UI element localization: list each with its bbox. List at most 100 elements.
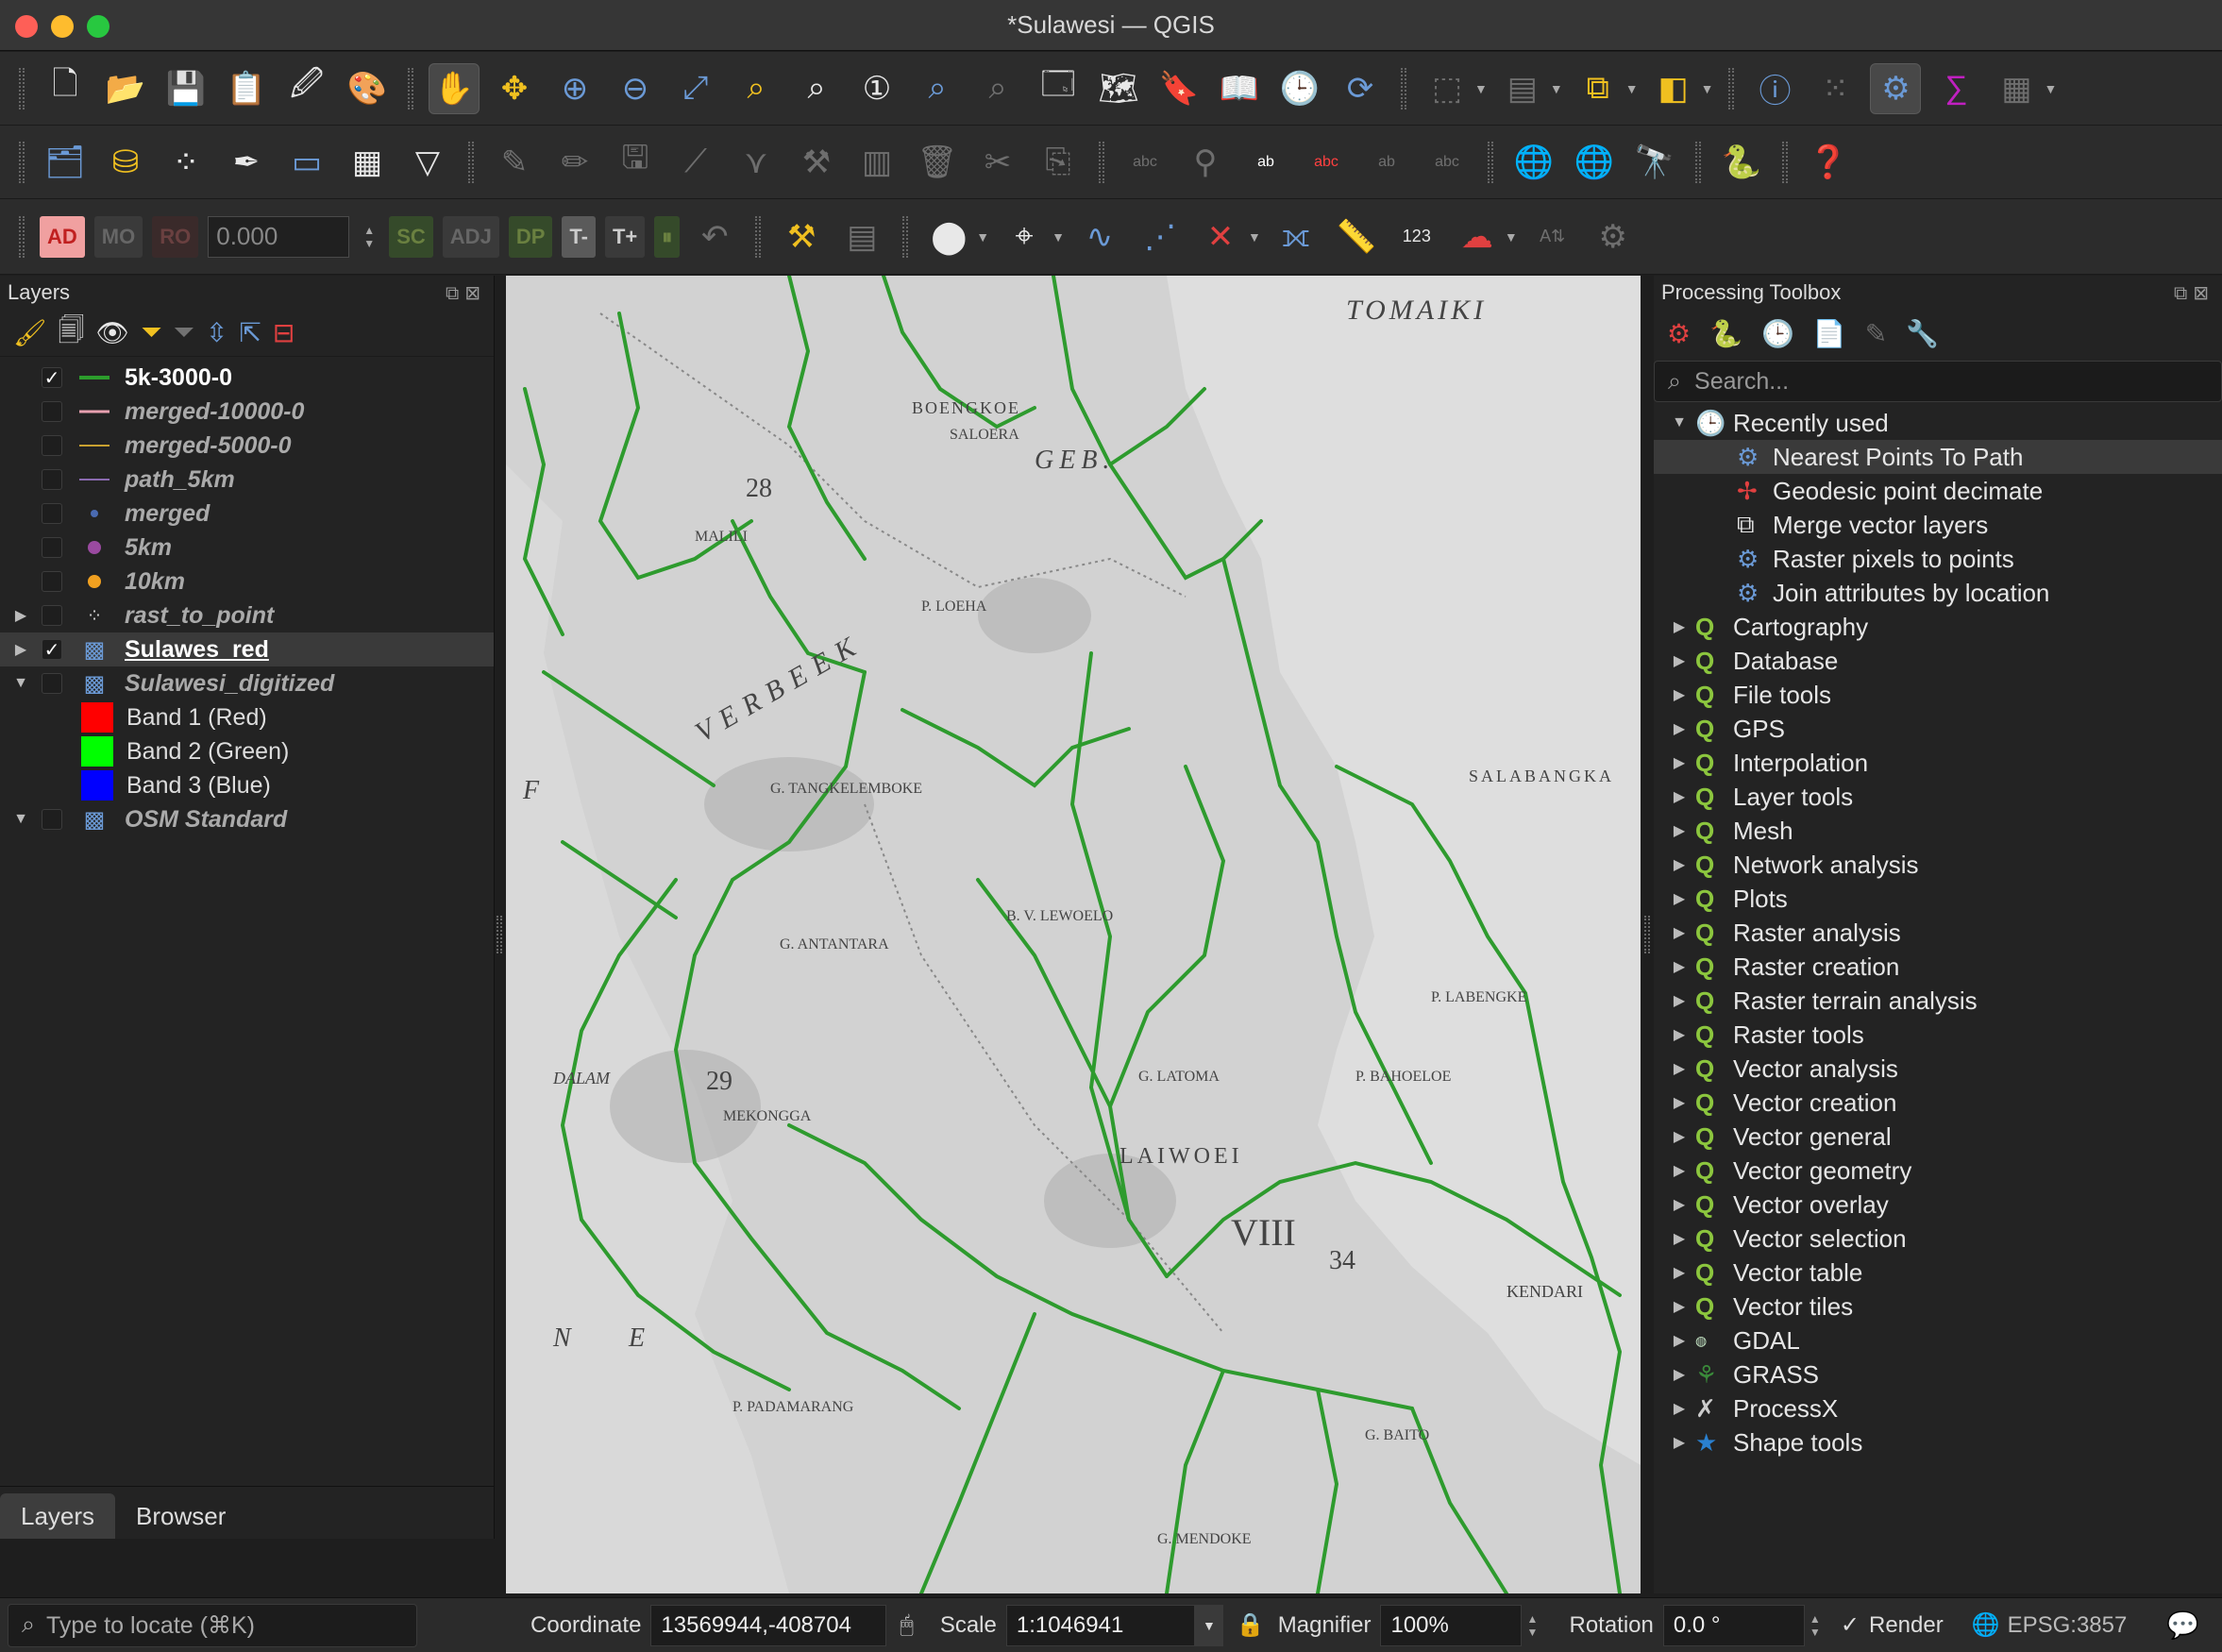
measure-icon[interactable]: ⚒ — [776, 211, 827, 262]
float-panel-icon[interactable]: ⧉ — [2174, 283, 2193, 304]
history-icon[interactable]: 🕒 — [1761, 318, 1794, 349]
toolbar-grip[interactable] — [1488, 141, 1493, 183]
layer-checkbox[interactable] — [42, 469, 62, 490]
layer-checkbox[interactable] — [42, 809, 62, 830]
toolbar-grip[interactable] — [1695, 141, 1701, 183]
layer-item[interactable]: 5km — [0, 531, 494, 565]
zoom-next-icon[interactable]: ⌕ — [972, 63, 1023, 114]
delete-selected-icon[interactable]: 🗑 — [912, 137, 963, 188]
algorithm-group[interactable]: ▶ Q Layer tools — [1654, 780, 2222, 814]
attribute-table-icon[interactable]: ▦ — [1991, 63, 2042, 114]
expand-arrow-icon[interactable]: ▶ — [0, 606, 42, 625]
locator-search-input[interactable]: ⌕ Type to locate (⌘K) — [8, 1603, 417, 1647]
expand-arrow-icon[interactable]: ▶ — [1663, 1399, 1695, 1418]
select-location-icon[interactable]: ◧ — [1648, 63, 1699, 114]
chevron-down-icon[interactable]: ▼ — [1701, 81, 1714, 96]
expand-arrow-icon[interactable]: ▶ — [1663, 1433, 1695, 1452]
expand-arrow-icon[interactable]: ▶ — [1663, 1025, 1695, 1044]
map-frame-icon[interactable]: ▤ — [836, 211, 887, 262]
close-panel-icon[interactable]: ⊠ — [2193, 283, 2214, 304]
rotation-stepper[interactable]: ▲ ▼ — [1805, 1605, 1826, 1646]
angle-stepper[interactable]: ▲ ▼ — [359, 216, 379, 258]
expand-arrow-icon[interactable]: ▶ — [0, 640, 42, 659]
models-icon[interactable]: ⚙ — [1667, 318, 1691, 349]
label-move-icon[interactable]: ab — [1361, 137, 1412, 188]
layer-item[interactable]: path_5km — [0, 463, 494, 497]
lock-icon[interactable]: 🔒 — [1237, 1611, 1265, 1639]
layer-checkbox[interactable] — [42, 401, 62, 422]
close-panel-icon[interactable]: ⊠ — [464, 283, 486, 304]
new-map-view-icon[interactable]: 🗔 — [1033, 63, 1084, 114]
layer-checkbox[interactable] — [42, 673, 62, 694]
toolbar-grip[interactable] — [19, 215, 25, 258]
add-layer-icon[interactable]: 🗂 — [40, 137, 91, 188]
layer-item[interactable]: merged — [0, 497, 494, 531]
visibility-icon[interactable]: 👁 — [96, 317, 130, 348]
new-line-layer-icon[interactable]: ✒ — [221, 137, 272, 188]
toolbar-grip[interactable] — [19, 67, 25, 110]
layer-checkbox[interactable] — [42, 503, 62, 524]
new-bookmark-icon[interactable]: 🔖 — [1153, 63, 1204, 114]
layer-checkbox[interactable] — [42, 605, 62, 626]
toggle-editing-icon[interactable]: ✏ — [549, 137, 600, 188]
add-group-icon[interactable]: 🗐 — [59, 311, 85, 356]
layer-item[interactable]: ▼ ▩ OSM Standard — [0, 802, 494, 836]
expand-arrow-icon[interactable]: ▶ — [1663, 1127, 1695, 1146]
algorithm-group[interactable]: ▶ Q Vector analysis — [1654, 1052, 2222, 1086]
help-icon[interactable]: ❓ — [1803, 137, 1854, 188]
toolbar-grip[interactable] — [1782, 141, 1788, 183]
split-icon[interactable]: ✕ — [1195, 211, 1246, 262]
algorithm-group[interactable]: ▶ Q Raster tools — [1654, 1018, 2222, 1052]
zoom-last-icon[interactable]: ⌕ — [912, 63, 963, 114]
expand-arrow-icon[interactable]: ▶ — [1663, 685, 1695, 704]
algorithm-item[interactable]: ⚙ Raster pixels to points — [1654, 542, 2222, 576]
chevron-down-icon[interactable]: ▼ — [2044, 81, 2057, 96]
zoom-out-icon[interactable]: ⊖ — [610, 63, 661, 114]
chevron-down-icon[interactable]: ▼ — [1625, 81, 1639, 96]
layer-checkbox[interactable] — [42, 537, 62, 558]
show-bookmarks-icon[interactable]: 📖 — [1214, 63, 1265, 114]
algorithm-group[interactable]: ▶ Q GPS — [1654, 712, 2222, 746]
save-project-icon[interactable]: 💾 — [160, 63, 211, 114]
collapse-arrow-icon[interactable]: ▼ — [1663, 414, 1695, 431]
deselect-features-icon[interactable]: ⧉ — [1573, 63, 1624, 114]
recent-group[interactable]: ▼ 🕒 Recently used — [1654, 406, 2222, 440]
new-print-layout-icon[interactable]: 📋 — [221, 63, 272, 114]
circle-icon[interactable]: ⬤ — [923, 211, 974, 262]
expand-arrow-icon[interactable]: ▶ — [1663, 1263, 1695, 1282]
dp-toggle-button[interactable]: DP — [508, 215, 553, 258]
layer-item[interactable]: ▶ ⁘ rast_to_point — [0, 598, 494, 632]
render-checkbox[interactable]: ✓ — [1841, 1611, 1860, 1639]
label-abc-icon[interactable]: abc — [1119, 137, 1170, 188]
save-edits-icon[interactable]: 🖫 — [610, 137, 661, 188]
edit-features-icon[interactable]: ✎ — [1865, 318, 1887, 349]
crs-globe-icon[interactable]: 🌐 — [1972, 1611, 2000, 1639]
algorithm-group[interactable]: ▶ Q Cartography — [1654, 610, 2222, 644]
label-highlight-icon[interactable]: ab — [1240, 137, 1291, 188]
identify-icon[interactable]: ⓘ — [1749, 63, 1800, 114]
close-window-button[interactable] — [15, 15, 38, 38]
toolbar-grip[interactable] — [468, 141, 474, 183]
ruler-icon[interactable]: 📏 — [1331, 211, 1382, 262]
metasearch-icon[interactable]: 🔭 — [1629, 137, 1680, 188]
pan-icon[interactable]: ✋ — [429, 62, 480, 114]
toolbar-grip[interactable] — [19, 141, 25, 183]
algorithm-group[interactable]: ▶ Q Raster terrain analysis — [1654, 984, 2222, 1018]
new-point-layer-icon[interactable]: ⁘ — [160, 137, 211, 188]
open-project-icon[interactable]: 📂 — [100, 63, 151, 114]
expand-arrow-icon[interactable]: ▶ — [1663, 719, 1695, 738]
collapse-arrow-icon[interactable]: ▼ — [0, 675, 42, 692]
chevron-down-icon[interactable]: ▼ — [1474, 81, 1488, 96]
ro-toggle-button[interactable]: RO — [152, 215, 199, 258]
magnifier-stepper[interactable]: ▲ ▼ — [1522, 1605, 1542, 1646]
results-viewer-icon[interactable]: 📄 — [1813, 318, 1846, 349]
algorithm-group[interactable]: ▶ Q Vector general — [1654, 1120, 2222, 1154]
map-canvas[interactable]: TOMAIKI BOENGKOE SALOERA GEB. P. LOEHA G… — [506, 276, 1641, 1593]
sc-toggle-button[interactable]: SC — [389, 215, 433, 258]
digitize-icon[interactable]: ⟋ — [670, 137, 721, 188]
algorithm-item[interactable]: ✢ Geodesic point decimate — [1654, 474, 2222, 508]
new-mesh-layer-icon[interactable]: ▦ — [342, 137, 393, 188]
offset-icon[interactable]: ⟗ — [1271, 211, 1321, 262]
layer-item[interactable]: ▶ ✓ ▩ Sulawes_red — [0, 632, 494, 666]
algorithm-item[interactable]: ⚙ Nearest Points To Path — [1654, 440, 2222, 474]
